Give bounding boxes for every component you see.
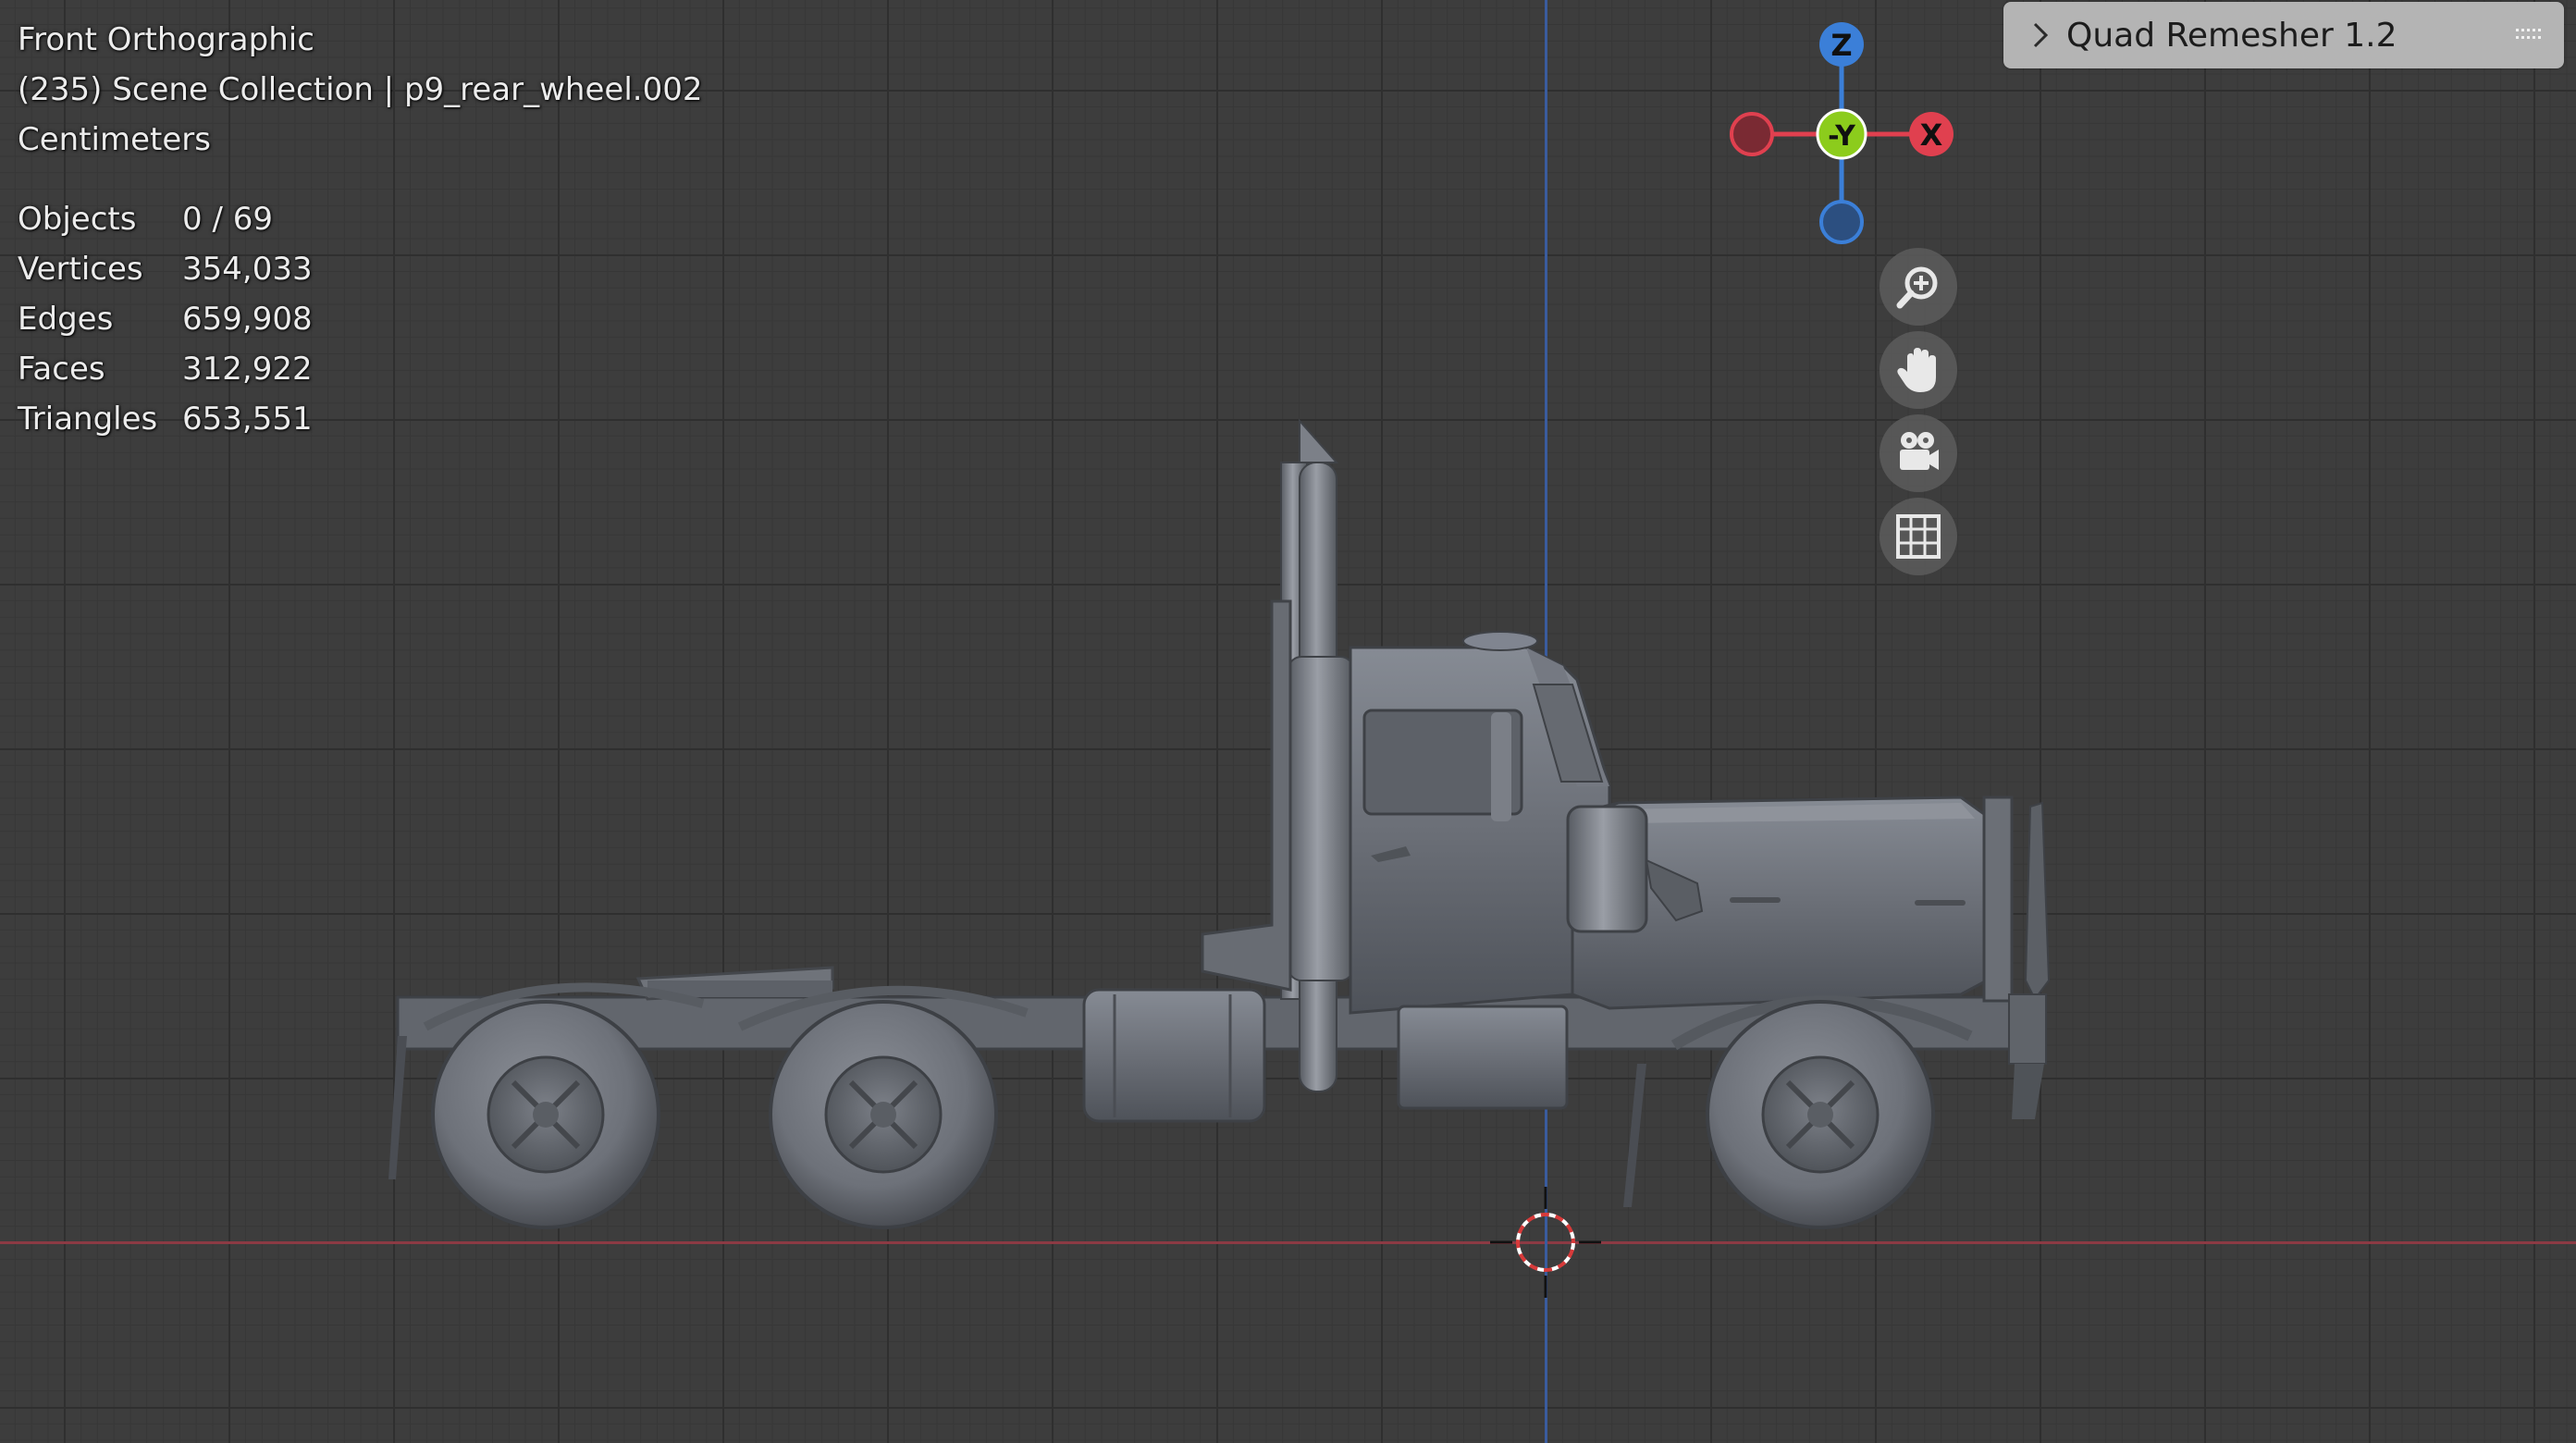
stats-label: Edges <box>18 301 114 338</box>
stats-value: 653,551 <box>182 401 313 438</box>
pan-button[interactable] <box>1880 331 1957 409</box>
hand-pan-icon <box>1897 348 1936 392</box>
gizmo-y-label: -Y <box>1828 120 1856 153</box>
stats-value: 312,922 <box>182 351 313 388</box>
gizmo-neg-z-handle[interactable] <box>1819 200 1864 244</box>
stats-row: Triangles 653,551 <box>18 394 313 444</box>
gizmo-neg-x-handle[interactable] <box>1730 112 1774 156</box>
chevron-right-icon[interactable] <box>2028 17 2053 54</box>
grid-icon <box>1896 514 1941 559</box>
zoom-button[interactable] <box>1880 248 1957 326</box>
gizmo-neg-y-handle[interactable]: -Y <box>1816 108 1867 160</box>
quad-remesher-panel[interactable]: Quad Remesher 1.2 <box>2003 2 2564 68</box>
wheel-rear-2 <box>769 1000 998 1229</box>
stats-row: Edges 659,908 <box>18 294 313 344</box>
3d-cursor-icon[interactable] <box>1490 1187 1601 1298</box>
wheel-front <box>1706 1000 1935 1229</box>
stats-row: Faces 312,922 <box>18 344 313 394</box>
camera-icon <box>1900 432 1939 470</box>
stats-label: Triangles <box>18 401 158 438</box>
stats-label: Faces <box>18 351 105 388</box>
camera-view-button[interactable] <box>1880 414 1957 492</box>
drag-grip-icon[interactable] <box>2516 27 2544 43</box>
gizmo-x-label: X <box>1920 117 1943 153</box>
zoom-icon <box>1896 266 1938 309</box>
gizmo-z-handle[interactable]: Z <box>1819 22 1864 67</box>
wheel-rear-1 <box>431 1000 660 1229</box>
gizmo-z-label: Z <box>1830 28 1852 63</box>
gizmo-x-handle[interactable]: X <box>1909 112 1954 156</box>
3d-viewport[interactable]: Front Orthographic (235) Scene Collectio… <box>0 0 2576 1443</box>
panel-title: Quad Remesher 1.2 <box>2066 16 2397 55</box>
toggle-ortho-button[interactable] <box>1880 498 1957 575</box>
stats-value: 659,908 <box>182 301 313 338</box>
